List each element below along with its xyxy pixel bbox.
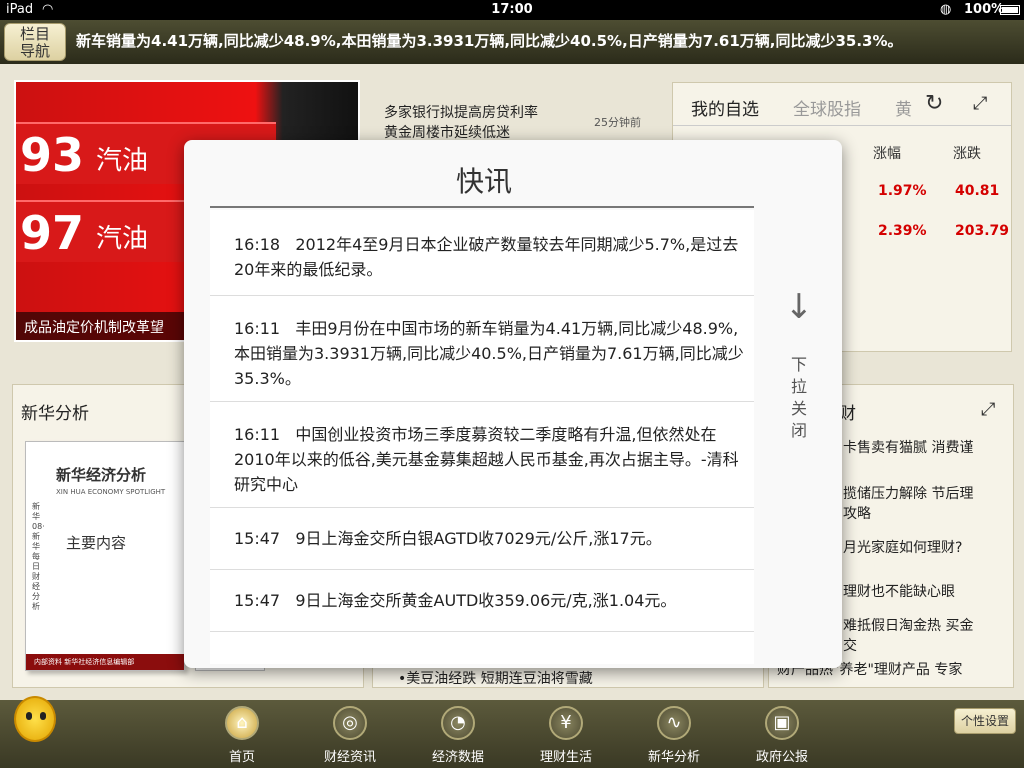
tab-home[interactable]: ⌂ 首页: [212, 706, 272, 765]
arrow-down-icon: ↓: [784, 287, 814, 327]
divider: [673, 125, 1011, 126]
flash-news-modal: 快讯 16:18 2012年4至9月日本企业破产数量较去年同期减少5.7%,是过…: [184, 140, 842, 668]
expand-icon[interactable]: ⤢: [981, 399, 995, 420]
globe-icon: ◎: [333, 706, 367, 740]
news-text: 15:47 9日上海金交所白银AGTD收7029元/公斤,涨17元。: [234, 526, 744, 551]
list-item[interactable]: 16:11 中国创业投资市场三季度募资较二季度略有升温,但依然处在2010年以来…: [210, 402, 754, 508]
tab-label: 首页: [228, 750, 255, 765]
headline-time: 25分钟前: [594, 116, 641, 129]
pie-chart-icon: ◔: [441, 706, 475, 740]
pull-to-close[interactable]: ↓ 下拉关闭: [784, 290, 814, 442]
personal-settings-button[interactable]: 个性设置: [954, 708, 1016, 734]
trend-chart-icon: ∿: [657, 706, 691, 740]
news-text: 16:11 中国创业投资市场三季度募资较二季度略有升温,但依然处在2010年以来…: [234, 422, 744, 497]
battery-icon: [1000, 5, 1020, 15]
list-item[interactable]: 15:47 9日上海金交所白银AGTD收7029元/公斤,涨17元。: [210, 508, 754, 570]
gasoline-label: 汽油: [96, 224, 149, 254]
rotation-lock-icon: ◍: [940, 2, 952, 17]
tab-government-bulletin[interactable]: ▣ 政府公报: [752, 706, 812, 765]
tab-label: 财经资讯: [323, 750, 376, 765]
pull-hint: 下拉关闭: [790, 355, 807, 440]
news-time: 16:11: [234, 319, 281, 338]
col-change-percent: 涨幅: [873, 146, 901, 162]
finance-item[interactable]: 月光家庭如何理财?: [843, 537, 962, 557]
finance-item[interactable]: 交: [843, 635, 857, 655]
mascot-icon[interactable]: [14, 696, 56, 742]
news-body: 9日上海金交所白银AGTD收7029元/公斤,涨17元。: [295, 529, 662, 548]
octane-93: 93: [20, 128, 85, 182]
news-body: 丰田9月份在中国市场的新车销量为4.41万辆,同比减少48.9%,本田销量为3.…: [234, 319, 744, 388]
news-body: 2012年4至9月日本企业破产数量较去年同期减少5.7%,是过去20年来的最低纪…: [234, 235, 739, 279]
gasoline-label: 汽油: [96, 146, 149, 176]
bottom-tab-bar: ⌂ 首页 ◎ 财经资讯 ◔ 经济数据 ¥ 理财生活 ∿ 新华分析 ▣ 政府公报: [0, 700, 1024, 768]
briefcase-icon: ▣: [765, 706, 799, 740]
headline[interactable]: 黄金周楼市延续低迷: [384, 122, 510, 142]
finance-item[interactable]: 揽储压力解除 节后理: [843, 483, 973, 503]
news-time: 15:47: [234, 529, 281, 548]
change-value: 203.79: [955, 223, 1010, 239]
report-heading: 主要内容: [66, 534, 127, 552]
finance-item[interactable]: 难抵假日淘金热 买金: [843, 615, 973, 635]
news-ticker[interactable]: 新车销量为4.41万辆,同比减少48.9%,本田销量为3.3931万辆,同比减少…: [76, 30, 1022, 54]
refresh-icon[interactable]: ↻: [925, 91, 943, 116]
expand-icon[interactable]: ⤢: [973, 93, 987, 114]
column-nav-button[interactable]: 栏目 导航: [4, 23, 66, 61]
clock: 17:00: [491, 2, 533, 17]
report-side-text: 新华08·新华每日财经分析: [32, 502, 45, 611]
finance-item[interactable]: 卡售卖有猫腻 消费谨: [843, 437, 973, 457]
headline[interactable]: 多家银行拟提高房贷利率: [384, 102, 538, 122]
status-bar: iPad ◠ 17:00 ◍ 100%: [0, 0, 1024, 20]
change-percent-value: 2.39%: [878, 223, 927, 239]
tab-xinhua-analysis[interactable]: ∿ 新华分析: [644, 706, 704, 765]
report-subtitle: XIN HUA ECONOMY SPOTLIGHT: [56, 488, 166, 496]
report-cover[interactable]: 新华经济分析 XIN HUA ECONOMY SPOTLIGHT 新华08·新华…: [25, 441, 185, 671]
change-value: 40.81: [955, 183, 1000, 199]
news-time: 16:11: [234, 425, 281, 444]
news-item[interactable]: •美豆油经跌 短期连豆油将雪藏: [398, 668, 593, 688]
tab-financial-news[interactable]: ◎ 财经资讯: [320, 706, 380, 765]
news-body: 9日上海金交所黄金AUTD收359.06元/克,涨1.04元。: [295, 591, 677, 610]
news-time: 16:18: [234, 235, 281, 254]
report-name: 新华经济分析: [56, 466, 147, 484]
news-text: 15:47 9日上海金交所黄金AUTD收359.06元/克,涨1.04元。: [234, 588, 744, 613]
tab-label: 新华分析: [647, 750, 700, 765]
list-item[interactable]: 16:18 2012年4至9月日本企业破产数量较去年同期减少5.7%,是过去20…: [210, 210, 754, 296]
col-change: 涨跌: [953, 146, 981, 162]
tab-economic-data[interactable]: ◔ 经济数据: [428, 706, 488, 765]
news-text: 16:18 2012年4至9月日本企业破产数量较去年同期减少5.7%,是过去20…: [234, 232, 744, 282]
tab-global-indices[interactable]: 全球股指: [793, 95, 861, 120]
list-item[interactable]: 16:11 丰田9月份在中国市场的新车销量为4.41万辆,同比减少48.9%,本…: [210, 296, 754, 402]
flash-news-list[interactable]: 16:18 2012年4至9月日本企业破产数量较去年同期减少5.7%,是过去20…: [210, 210, 754, 664]
divider: [210, 206, 754, 208]
tab-label: 经济数据: [431, 750, 484, 765]
finance-item[interactable]: 攻略: [843, 503, 871, 523]
finance-item[interactable]: 理财也不能缺心眼: [843, 581, 955, 601]
news-text: 16:11 丰田9月份在中国市场的新车销量为4.41万辆,同比减少48.9%,本…: [234, 316, 744, 391]
home-icon: ⌂: [225, 706, 259, 740]
tab-gold[interactable]: 黄: [895, 95, 912, 120]
tab-my-watchlist[interactable]: 我的自选: [691, 95, 759, 120]
news-time: 15:47: [234, 591, 281, 610]
report-footer: 内部资料 新华社经济信息编辑部: [26, 654, 184, 670]
modal-title: 快讯: [455, 165, 512, 198]
news-body: 中国创业投资市场三季度募资较二季度略有升温,但依然处在2010年以来的低谷,美元…: [234, 425, 739, 494]
yen-icon: ¥: [549, 706, 583, 740]
octane-97: 97: [20, 206, 85, 260]
tab-label: 政府公报: [755, 750, 808, 765]
list-item[interactable]: 15:47 9日上海金交所黄金AUTD收359.06元/克,涨1.04元。: [210, 570, 754, 632]
analysis-title: 新华分析: [21, 404, 89, 424]
tab-wealth-life[interactable]: ¥ 理财生活: [536, 706, 596, 765]
change-percent-value: 1.97%: [878, 183, 927, 199]
tab-label: 理财生活: [539, 750, 592, 765]
ticker-bar: 栏目 导航 新车销量为4.41万辆,同比减少48.9%,本田销量为3.3931万…: [0, 20, 1024, 64]
battery-percent: 100%: [964, 2, 1005, 17]
